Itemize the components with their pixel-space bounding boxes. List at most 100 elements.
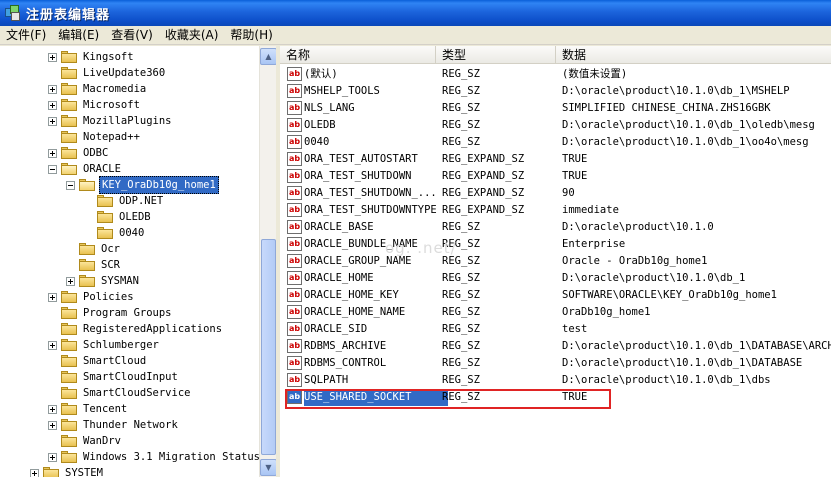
tree-item-label[interactable]: Tencent: [81, 401, 129, 417]
tree-item[interactable]: RegisteredApplications: [48, 321, 224, 337]
registry-value-row[interactable]: ab ORACLE_SID REG_SZ test: [280, 321, 831, 338]
menu-view[interactable]: 查看(V): [105, 27, 159, 44]
expand-icon[interactable]: [48, 148, 57, 158]
tree-item-label[interactable]: Program Groups: [81, 305, 174, 321]
menu-edit[interactable]: 编辑(E): [52, 27, 105, 44]
tree-item[interactable]: Thunder Network: [48, 417, 180, 433]
registry-value-row[interactable]: ab ORACLE_BASE REG_SZ D:\oracle\product\10.…: [280, 219, 831, 236]
tree-item[interactable]: Notepad++: [48, 129, 142, 145]
tree-item-label[interactable]: LiveUpdate360: [81, 65, 167, 81]
tree-item-label[interactable]: ODBC: [81, 145, 110, 161]
tree-item[interactable]: Kingsoft: [48, 49, 136, 65]
menu-file[interactable]: 文件(F): [0, 27, 52, 44]
values-list[interactable]: 名称 类型 数据 ab (默认) REG_SZ (数值未设置) ab MSHELP_TOO…: [280, 46, 831, 477]
tree-item-label[interactable]: SmartCloud: [81, 353, 148, 369]
tree-item[interactable]: Windows 3.1 Migration Status: [48, 449, 262, 465]
tree-item-label[interactable]: SmartCloudService: [81, 385, 192, 401]
menu-favorites[interactable]: 收藏夹(A): [159, 27, 225, 44]
registry-value-row[interactable]: ab (默认) REG_SZ (数值未设置): [280, 66, 831, 83]
tree-item-label[interactable]: MozillaPlugins: [81, 113, 174, 129]
registry-value-row[interactable]: ab ORACLE_GROUP_NAME REG_SZ Oracle - OraDb1…: [280, 253, 831, 270]
tree-item[interactable]: WanDrv: [48, 433, 123, 449]
tree-item-label[interactable]: ODP.NET: [117, 193, 165, 209]
expand-icon[interactable]: [48, 292, 57, 302]
tree-item-label[interactable]: Schlumberger: [81, 337, 161, 353]
tree-item-label[interactable]: Notepad++: [81, 129, 142, 145]
expand-icon[interactable]: [30, 468, 39, 477]
registry-value-row[interactable]: ab ORA_TEST_SHUTDOWN_... REG_EXPAND_SZ 90: [280, 185, 831, 202]
column-type-header[interactable]: 类型: [436, 46, 556, 64]
tree-item[interactable]: SCR: [66, 257, 122, 273]
tree-item[interactable]: Schlumberger: [48, 337, 161, 353]
expand-icon[interactable]: [48, 420, 57, 430]
registry-value-row[interactable]: ab USE_SHARED_SOCKET REG_SZ TRUE: [280, 389, 831, 406]
expand-icon[interactable]: [48, 116, 57, 126]
menu-help[interactable]: 帮助(H): [224, 27, 278, 44]
registry-value-row[interactable]: ab OLEDB REG_SZ D:\oracle\product\10.1.0\db…: [280, 117, 831, 134]
registry-value-row[interactable]: ab ORACLE_HOME REG_SZ D:\oracle\product\10.…: [280, 270, 831, 287]
tree-item-label[interactable]: Ocr: [99, 241, 122, 257]
tree-item[interactable]: LiveUpdate360: [48, 65, 167, 81]
tree-item[interactable]: SmartCloud: [48, 353, 148, 369]
tree-item-label[interactable]: 0040: [117, 225, 146, 241]
tree-item-label[interactable]: SmartCloudInput: [81, 369, 180, 385]
tree-item[interactable]: OLEDB: [84, 209, 153, 225]
tree-item-label[interactable]: SYSTEM: [63, 465, 105, 477]
registry-value-row[interactable]: ab ORACLE_HOME_KEY REG_SZ SOFTWARE\ORACLE\K…: [280, 287, 831, 304]
tree-item[interactable]: ODBC: [48, 145, 110, 161]
tree-item[interactable]: Macromedia: [48, 81, 148, 97]
registry-value-row[interactable]: ab RDBMS_ARCHIVE REG_SZ D:\oracle\product\1…: [280, 338, 831, 355]
collapse-icon[interactable]: [66, 180, 75, 190]
registry-value-row[interactable]: ab ORA_TEST_AUTOSTART REG_EXPAND_SZ TRUE: [280, 151, 831, 168]
column-name-header[interactable]: 名称: [280, 46, 436, 64]
registry-value-row[interactable]: ab ORA_TEST_SHUTDOWNTYPE REG_EXPAND_SZ imme…: [280, 202, 831, 219]
registry-value-row[interactable]: ab RDBMS_CONTROL REG_SZ D:\oracle\product\1…: [280, 355, 831, 372]
tree-scrollbar[interactable]: ▲ ▼: [259, 46, 277, 477]
scroll-down-button[interactable]: ▼: [260, 459, 277, 476]
tree-item-label[interactable]: WanDrv: [81, 433, 123, 449]
tree-item[interactable]: Tencent: [48, 401, 129, 417]
tree-item-label[interactable]: Policies: [81, 289, 136, 305]
tree-item[interactable]: ORACLE: [48, 161, 123, 177]
tree-item-label[interactable]: KEY_OraDb10g_home1: [99, 176, 219, 194]
tree-item-label[interactable]: SCR: [99, 257, 122, 273]
title-bar[interactable]: 注册表编辑器: [0, 0, 831, 26]
tree-item-label[interactable]: OLEDB: [117, 209, 153, 225]
tree-item[interactable]: Microsoft: [48, 97, 142, 113]
tree-item-label[interactable]: Microsoft: [81, 97, 142, 113]
expand-icon[interactable]: [48, 404, 57, 414]
tree-item-label[interactable]: Windows 3.1 Migration Status: [81, 449, 262, 465]
registry-value-row[interactable]: ab MSHELP_TOOLS REG_SZ D:\oracle\product\10…: [280, 83, 831, 100]
registry-value-row[interactable]: ab NLS_LANG REG_SZ SIMPLIFIED CHINESE_CHINA…: [280, 100, 831, 117]
registry-value-row[interactable]: ab ORACLE_HOME_NAME REG_SZ OraDb10g_home1: [280, 304, 831, 321]
tree-item-label[interactable]: Thunder Network: [81, 417, 180, 433]
column-data-header[interactable]: 数据: [556, 46, 831, 64]
tree-item[interactable]: SYSMAN: [66, 273, 141, 289]
tree-item[interactable]: Ocr: [66, 241, 122, 257]
tree-item[interactable]: ODP.NET: [84, 193, 165, 209]
tree-item-label[interactable]: ORACLE: [81, 161, 123, 177]
tree-item[interactable]: SmartCloudService: [48, 385, 192, 401]
tree-item[interactable]: KEY_OraDb10g_home1: [66, 176, 219, 194]
registry-value-row[interactable]: ab SQLPATH REG_SZ D:\oracle\product\10.1.0\…: [280, 372, 831, 389]
tree-item-label[interactable]: Macromedia: [81, 81, 148, 97]
expand-icon[interactable]: [66, 276, 75, 286]
tree-item[interactable]: SmartCloudInput: [48, 369, 180, 385]
tree-item[interactable]: Policies: [48, 289, 136, 305]
collapse-icon[interactable]: [48, 164, 57, 174]
tree-item-label[interactable]: SYSMAN: [99, 273, 141, 289]
tree-item[interactable]: SYSTEM: [30, 465, 105, 477]
tree-item[interactable]: 0040: [84, 225, 146, 241]
expand-icon[interactable]: [48, 84, 57, 94]
expand-icon[interactable]: [48, 340, 57, 350]
scroll-thumb[interactable]: [261, 239, 276, 455]
expand-icon[interactable]: [48, 452, 57, 462]
tree-item[interactable]: Program Groups: [48, 305, 174, 321]
tree-item-label[interactable]: Kingsoft: [81, 49, 136, 65]
scroll-up-button[interactable]: ▲: [260, 48, 277, 65]
registry-value-row[interactable]: ab 0040 REG_SZ D:\oracle\product\10.1.0\db_…: [280, 134, 831, 151]
expand-icon[interactable]: [48, 52, 57, 62]
registry-value-row[interactable]: ab ORA_TEST_SHUTDOWN REG_EXPAND_SZ TRUE: [280, 168, 831, 185]
expand-icon[interactable]: [48, 100, 57, 110]
tree-item[interactable]: MozillaPlugins: [48, 113, 174, 129]
